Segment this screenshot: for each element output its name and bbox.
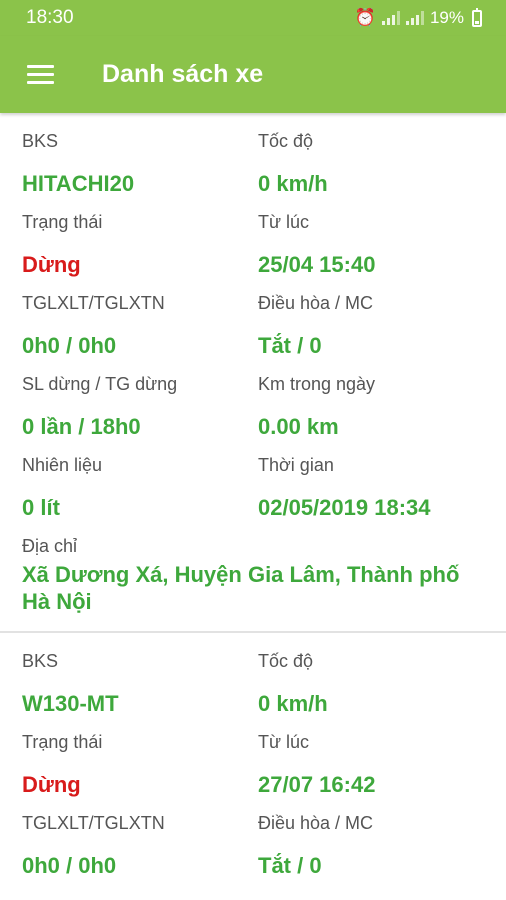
since-value: 25/04 15:40 <box>258 252 376 277</box>
status-value: Dừng <box>22 772 81 797</box>
alarm-icon: ⏰ <box>354 8 376 27</box>
status-label: Trạng thái <box>22 732 103 752</box>
battery-icon <box>472 7 482 27</box>
menu-button[interactable] <box>0 36 80 113</box>
fuel-label: Nhiên liệu <box>22 455 103 475</box>
ac-value: Tắt / 0 <box>258 333 322 358</box>
plate-value: HITACHI20 <box>22 171 135 196</box>
bks-label: BKS <box>22 651 59 671</box>
driving-time-label: TGLXLT/TGLXTN <box>22 813 165 833</box>
address-value: Xã Dương Xá, Huyện Gia Lâm, Thành phố Hà… <box>22 562 460 614</box>
ac-label: Điều hòa / MC <box>258 813 374 833</box>
speed-value: 0 km/h <box>258 171 328 196</box>
status-icons: ⏰ 19% <box>354 7 482 28</box>
address-label: Địa chỉ <box>22 536 78 556</box>
driving-time-value: 0h0 / 0h0 <box>22 333 117 358</box>
app-bar: Danh sách xe <box>0 36 506 113</box>
daily-km-value: 0.00 km <box>258 414 339 439</box>
vehicle-card[interactable]: BKS Tốc độ HITACHI20 0 km/h Trạng thái T… <box>0 113 506 633</box>
speed-label: Tốc độ <box>258 651 314 671</box>
hamburger-menu-icon <box>26 65 54 84</box>
daily-km-label: Km trong ngày <box>258 374 376 394</box>
driving-time-value: 0h0 / 0h0 <box>22 853 117 878</box>
since-value: 27/07 16:42 <box>258 772 376 797</box>
stops-value: 0 lần / 18h0 <box>22 414 141 439</box>
stops-label: SL dừng / TG dừng <box>22 374 178 394</box>
page-title: Danh sách xe <box>102 60 264 88</box>
since-label: Từ lúc <box>258 732 310 752</box>
ac-label: Điều hòa / MC <box>258 293 374 313</box>
driving-time-label: TGLXLT/TGLXTN <box>22 293 165 313</box>
bks-label: BKS <box>22 131 59 151</box>
plate-value: W130-MT <box>22 691 119 716</box>
ac-value: Tắt / 0 <box>258 853 322 878</box>
vehicle-list[interactable]: BKS Tốc độ HITACHI20 0 km/h Trạng thái T… <box>0 113 506 900</box>
vehicle-card[interactable]: BKS Tốc độ W130-MT 0 km/h Trạng thái Từ … <box>0 633 506 900</box>
fuel-value: 0 lít <box>22 495 60 520</box>
status-label: Trạng thái <box>22 212 103 232</box>
status-bar: 18:30 ⏰ 19% <box>0 0 506 36</box>
battery-percent: 19% <box>429 8 464 27</box>
4g-signal-icon <box>405 11 424 25</box>
time-value: 02/05/2019 18:34 <box>258 495 431 520</box>
since-label: Từ lúc <box>258 212 310 232</box>
time-label: Thời gian <box>258 455 334 475</box>
status-time: 18:30 <box>26 7 74 28</box>
speed-label: Tốc độ <box>258 131 314 151</box>
status-value: Dừng <box>22 252 81 277</box>
signal-icon <box>381 11 400 25</box>
speed-value: 0 km/h <box>258 691 328 716</box>
